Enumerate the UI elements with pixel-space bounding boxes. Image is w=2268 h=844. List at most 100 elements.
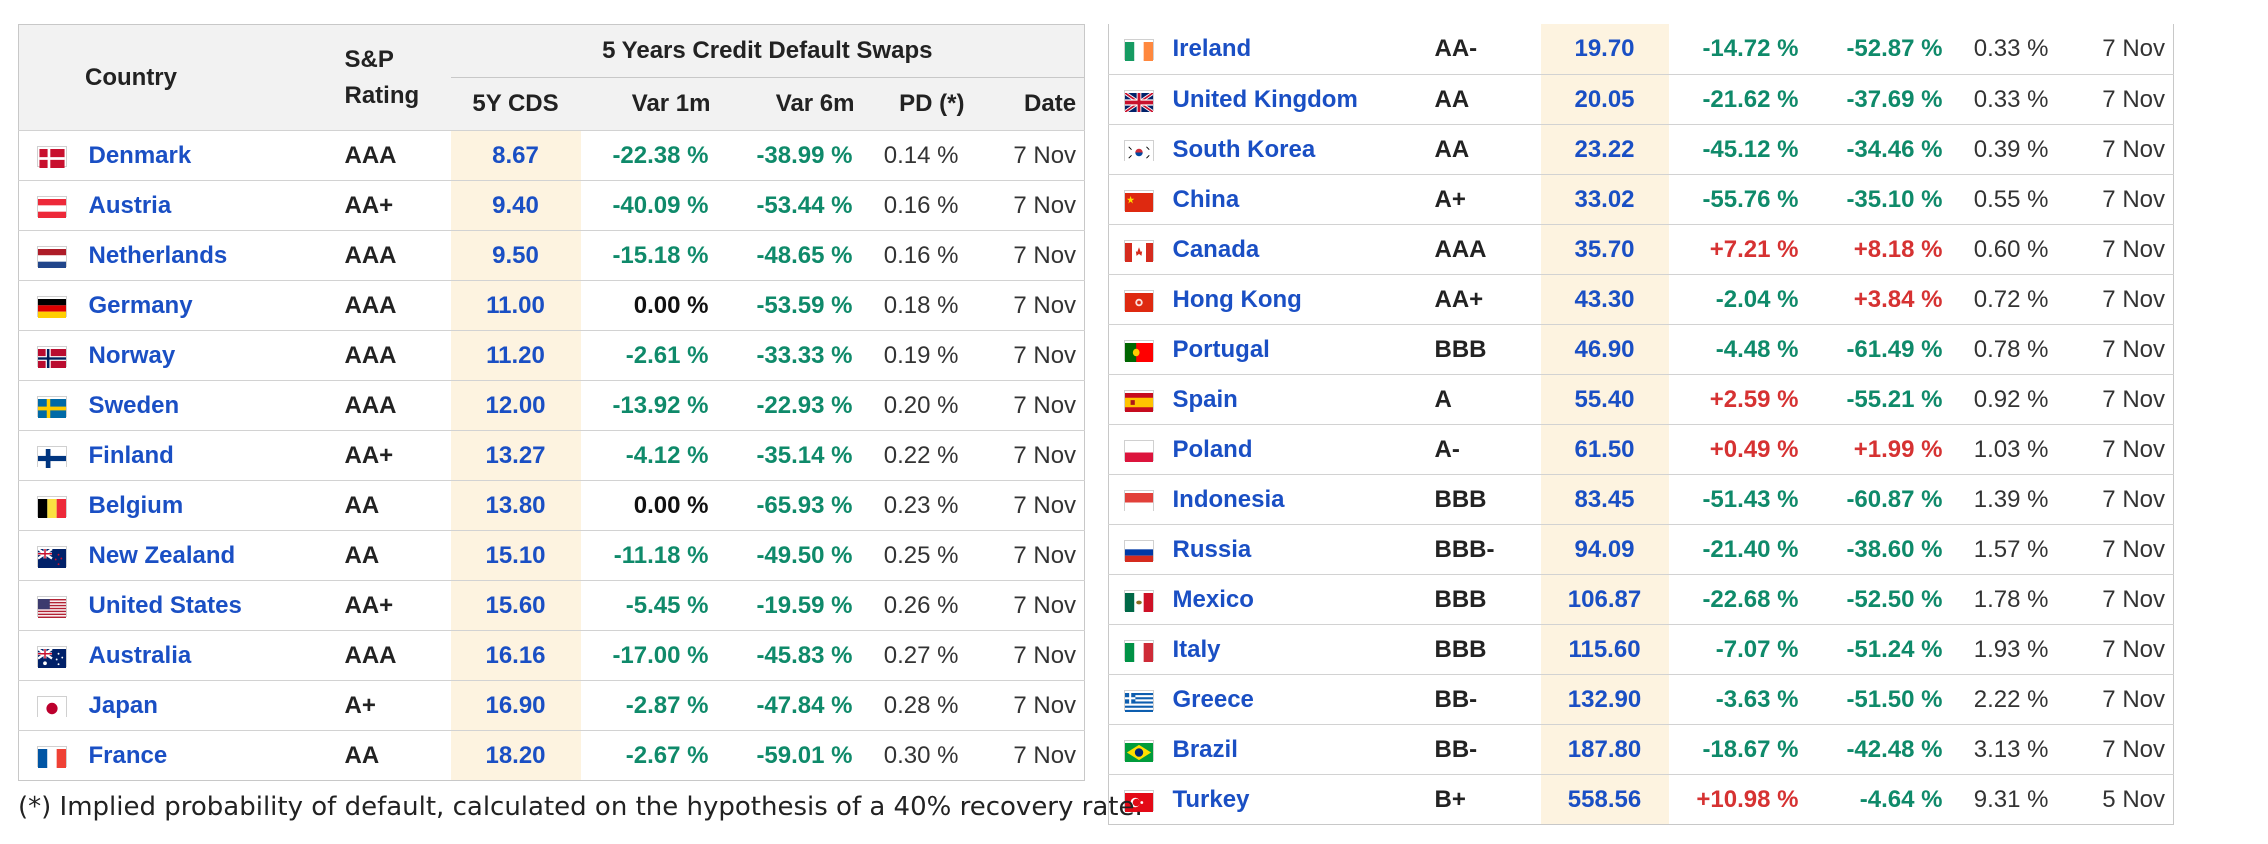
cds-table-left: Country S&P Rating 5 Years Credit Default… [18, 24, 1086, 781]
cds-value[interactable]: 15.60 [450, 580, 581, 631]
var6m-value: +8.18 % [1816, 224, 1961, 275]
cds-value[interactable]: 13.80 [450, 480, 581, 531]
cds-value[interactable]: 12.00 [450, 380, 581, 431]
pd-value: 0.19 % [870, 330, 981, 381]
country-link[interactable]: Mexico [1168, 574, 1431, 625]
country-link[interactable]: Sweden [84, 380, 341, 431]
brazil-flag-icon [1124, 741, 1153, 762]
country-link[interactable]: Norway [84, 330, 341, 381]
country-link[interactable]: Indonesia [1168, 474, 1431, 525]
country-header[interactable]: Country [18, 24, 341, 131]
country-link[interactable]: New Zealand [84, 530, 341, 581]
table-row: Austria AA+ 9.40 -40.09 % -53.44 % 0.16 % 7 No… [18, 180, 1085, 231]
country-link[interactable]: China [1168, 174, 1431, 225]
var1m-value: -17.00 % [580, 630, 727, 681]
rating-cell: BBB [1430, 574, 1541, 625]
cds-value[interactable]: 558.56 [1540, 774, 1669, 825]
country-link[interactable]: Japan [84, 680, 341, 731]
cds-value[interactable]: 187.80 [1540, 724, 1669, 775]
country-link[interactable]: Brazil [1168, 724, 1431, 775]
var6m-header[interactable]: Var 6m [726, 77, 871, 131]
country-link[interactable]: Austria [84, 180, 341, 231]
pd-value: 0.16 % [870, 230, 981, 281]
country-link[interactable]: Greece [1168, 674, 1431, 725]
pd-value: 0.26 % [870, 580, 981, 631]
cds-value[interactable]: 23.22 [1540, 124, 1669, 175]
cds-value[interactable]: 19.70 [1540, 24, 1669, 75]
country-link[interactable]: South Korea [1168, 124, 1431, 175]
cds-value[interactable]: 55.40 [1540, 374, 1669, 425]
rating-header[interactable]: S&P Rating [340, 24, 451, 131]
country-link[interactable]: Denmark [84, 130, 341, 181]
pd-value: 1.57 % [1960, 524, 2071, 575]
country-link[interactable]: United Kingdom [1168, 74, 1431, 125]
date-header[interactable]: Date [980, 77, 1085, 131]
cds-value[interactable]: 20.05 [1540, 74, 1669, 125]
cds-value[interactable]: 16.90 [450, 680, 581, 731]
table-row: Denmark AAA 8.67 -22.38 % -38.99 % 0.14 % 7 No… [18, 130, 1085, 181]
cds-value[interactable]: 43.30 [1540, 274, 1669, 325]
cds-value[interactable]: 8.67 [450, 130, 581, 181]
var6m-value: -53.44 % [726, 180, 871, 231]
poland-flag-icon [1124, 441, 1153, 462]
country-link[interactable]: Australia [84, 630, 341, 681]
pd-header[interactable]: PD (*) [870, 77, 981, 131]
country-link[interactable]: Hong Kong [1168, 274, 1431, 325]
table-row: Belgium AA 13.80 0.00 % -65.93 % 0.23 % 7 Nov [18, 480, 1085, 531]
country-link[interactable]: Finland [84, 430, 341, 481]
var1m-value: -18.67 % [1668, 724, 1817, 775]
table-row: Russia BBB- 94.09 -21.40 % -38.60 % 1.57 % 7 N… [1108, 524, 2174, 575]
date-value: 7 Nov [2070, 224, 2174, 275]
pd-value: 0.28 % [870, 680, 981, 731]
country-link[interactable]: Spain [1168, 374, 1431, 425]
cds-value[interactable]: 16.16 [450, 630, 581, 681]
cds-value[interactable]: 132.90 [1540, 674, 1669, 725]
country-link[interactable]: Italy [1168, 624, 1431, 675]
pd-value: 0.39 % [1960, 124, 2071, 175]
denmark-flag-icon [38, 147, 66, 168]
country-link[interactable]: Russia [1168, 524, 1431, 575]
pd-value: 0.23 % [870, 480, 981, 531]
country-link[interactable]: Ireland [1169, 24, 1431, 75]
cds-header[interactable]: 5Y CDS [450, 77, 581, 131]
cds-value[interactable]: 33.02 [1540, 174, 1669, 225]
cds-value[interactable]: 18.20 [450, 730, 581, 781]
var1m-value: -45.12 % [1668, 124, 1817, 175]
rating-cell: AA- [1434, 35, 1478, 62]
var1m-header[interactable]: Var 1m [580, 77, 727, 131]
country-link[interactable]: Turkey [1168, 774, 1431, 825]
cds-value[interactable]: 9.40 [450, 180, 581, 231]
var6m-value: -37.69 % [1816, 74, 1961, 125]
cds-value[interactable]: 11.20 [450, 330, 581, 381]
cds-value[interactable]: 35.70 [1540, 224, 1669, 275]
country-link[interactable]: Portugal [1168, 324, 1431, 375]
cds-value[interactable]: 61.50 [1540, 424, 1669, 475]
var6m-value: +3.84 % [1816, 274, 1961, 325]
pd-value: 2.22 % [1960, 674, 2071, 725]
country-link[interactable]: Germany [84, 280, 341, 331]
cds-value[interactable]: 13.27 [450, 430, 581, 481]
cds-value[interactable]: 106.87 [1540, 574, 1669, 625]
cds-value[interactable]: 94.09 [1540, 524, 1669, 575]
country-link[interactable]: Canada [1168, 224, 1431, 275]
pd-value: 0.92 % [1960, 374, 2071, 425]
cds-value[interactable]: 115.60 [1540, 624, 1669, 675]
rating-cell: AAA [340, 130, 451, 181]
cds-value[interactable]: 83.45 [1540, 474, 1669, 525]
country-link[interactable]: France [84, 730, 341, 781]
cds-value[interactable]: 9.50 [450, 230, 581, 281]
country-link[interactable]: Poland [1168, 424, 1431, 475]
cds-value[interactable]: 15.10 [450, 530, 581, 581]
country-link[interactable]: Netherlands [84, 230, 341, 281]
date-value: 7 Nov [2070, 374, 2174, 425]
country-link[interactable]: Belgium [84, 480, 341, 531]
date-value: 7 Nov [980, 730, 1085, 781]
var6m-value: -53.59 % [726, 280, 871, 331]
russia-flag-icon [1124, 541, 1153, 562]
cds-value[interactable]: 11.00 [450, 280, 581, 331]
country-link[interactable]: United States [84, 580, 341, 631]
cds-value[interactable]: 46.90 [1540, 324, 1669, 375]
table-row: China A+ 33.02 -55.76 % -35.10 % 0.55 % 7 Nov [1108, 174, 2174, 225]
pd-value: 1.78 % [1960, 574, 2071, 625]
australia-flag-icon [37, 647, 66, 668]
